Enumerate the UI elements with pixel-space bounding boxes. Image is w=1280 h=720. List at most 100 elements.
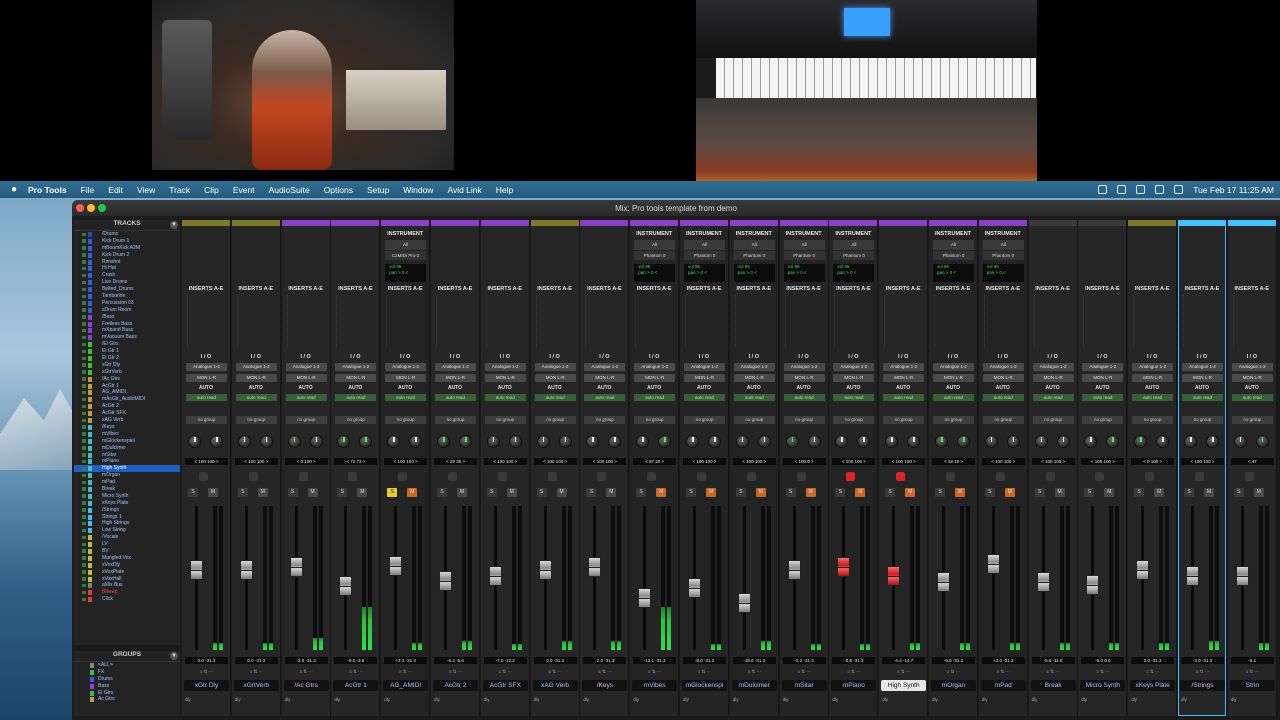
record-enable-button[interactable] <box>248 472 258 481</box>
input-selector[interactable]: Analogue 1-2 <box>1082 363 1124 371</box>
menubar-clock[interactable]: Tue Feb 17 11:25 AM <box>1193 185 1274 195</box>
instrument-midi-input-selector[interactable]: All <box>733 240 775 250</box>
volume-fader[interactable] <box>937 572 950 593</box>
instrument-midi-output-selector[interactable]: Phantom 0 <box>783 251 825 260</box>
track-show-toggle-icon[interactable] <box>82 253 86 257</box>
input-selector[interactable]: Analogue 1-2 <box>335 363 377 371</box>
track-list-item[interactable]: Kick Drum 2 <box>74 252 180 259</box>
solo-button[interactable]: S <box>885 488 896 497</box>
pan-knob-right[interactable] <box>1255 435 1269 448</box>
record-enable-button[interactable] <box>448 472 457 481</box>
track-name-plate[interactable]: mOrgan <box>931 680 976 691</box>
track-list-item[interactable]: BV <box>74 548 180 555</box>
track-options-row[interactable]: ≡ ⇅ ⋯ <box>583 668 626 675</box>
track-show-toggle-icon[interactable] <box>82 439 86 443</box>
pan-knob-right[interactable] <box>907 435 921 448</box>
solo-button[interactable]: S <box>188 488 198 497</box>
volume-fader[interactable] <box>986 553 1000 574</box>
menu-options[interactable]: Options <box>324 185 353 195</box>
pan-knob-left[interactable] <box>885 435 899 448</box>
track-name-plate[interactable]: Micro Synth <box>1080 680 1126 691</box>
instrument-midi-input-selector[interactable]: All <box>982 240 1024 250</box>
track-show-toggle-icon[interactable] <box>82 260 86 264</box>
insert-slots[interactable] <box>485 295 525 347</box>
solo-button[interactable]: S <box>735 488 746 497</box>
track-name-plate[interactable]: Break <box>1030 680 1076 691</box>
pan-knob-right[interactable] <box>309 435 323 448</box>
track-name-plate[interactable]: mGlockenspl <box>682 680 727 691</box>
automation-mode-selector[interactable]: auto read <box>783 394 825 401</box>
minimize-window-button[interactable] <box>87 204 95 212</box>
menu-help[interactable]: Help <box>496 185 513 195</box>
close-window-button[interactable] <box>76 204 84 212</box>
insert-slots[interactable] <box>1232 295 1272 347</box>
mute-button[interactable]: M <box>1104 488 1115 497</box>
pan-knob-right[interactable] <box>1206 435 1219 448</box>
track-show-toggle-icon[interactable] <box>82 556 86 560</box>
group-list-item[interactable]: Bass <box>74 683 180 690</box>
mute-button[interactable]: M <box>208 488 218 497</box>
track-show-toggle-icon[interactable] <box>82 528 86 533</box>
control-center-icon[interactable] <box>1174 185 1184 194</box>
track-list-item[interactable]: /Keys <box>74 424 180 431</box>
record-enable-button[interactable] <box>846 472 856 481</box>
group-selector[interactable]: no group <box>883 416 925 424</box>
track-show-toggle-icon[interactable] <box>82 494 86 498</box>
input-selector[interactable]: Analogue 1-2 <box>733 363 775 371</box>
automation-mode-selector[interactable]: auto read <box>335 394 377 401</box>
input-selector[interactable]: Analogue 1-2 <box>1182 363 1223 371</box>
solo-button[interactable]: S <box>984 488 995 497</box>
menu-event[interactable]: Event <box>233 185 255 195</box>
track-options-row[interactable]: ≡ ⇅ ⋯ <box>832 668 875 675</box>
automation-mode-selector[interactable]: auto read <box>435 394 476 401</box>
input-selector[interactable]: Analogue 1-2 <box>1132 363 1174 371</box>
output-selector[interactable]: MON L-R <box>1231 374 1273 382</box>
solo-button[interactable]: S <box>486 488 497 497</box>
output-selector[interactable]: MON L-R <box>385 374 427 382</box>
solo-button[interactable]: S <box>1034 488 1045 497</box>
output-selector[interactable]: MON L-R <box>186 374 227 382</box>
track-show-toggle-icon[interactable] <box>82 597 86 602</box>
wifi-icon[interactable] <box>1136 185 1146 194</box>
record-enable-button[interactable] <box>896 472 906 481</box>
insert-slots[interactable] <box>386 295 425 347</box>
track-options-row[interactable]: ≡ ⇅ ⋯ <box>1181 668 1224 675</box>
pan-knob-left[interactable] <box>636 435 650 448</box>
automation-mode-selector[interactable]: auto read <box>186 394 227 401</box>
mute-button[interactable]: M <box>905 488 916 497</box>
track-show-toggle-icon[interactable] <box>82 390 86 395</box>
automation-mode-selector[interactable]: auto read <box>883 394 925 401</box>
track-list-item[interactable]: mOrgan <box>74 472 180 479</box>
track-show-toggle-icon[interactable] <box>82 335 86 340</box>
track-list-item[interactable]: Rimshot <box>74 259 180 266</box>
track-show-toggle-icon[interactable] <box>82 232 86 236</box>
input-selector[interactable]: Analogue 1-2 <box>435 363 476 371</box>
record-enable-button[interactable] <box>1045 472 1055 481</box>
track-show-toggle-icon[interactable] <box>82 453 86 457</box>
group-selector[interactable]: no group <box>1231 416 1273 424</box>
volume-fader[interactable] <box>688 578 701 599</box>
pan-knob-right[interactable] <box>409 435 423 448</box>
instrument-midi-output-selector[interactable]: Phantom 0 <box>982 251 1024 260</box>
track-name-plate[interactable]: /Keys <box>582 680 628 691</box>
track-list-item[interactable]: /Bass <box>74 314 180 321</box>
track-list-item[interactable]: xVoxHall <box>74 576 180 583</box>
insert-slots[interactable] <box>983 295 1023 347</box>
track-show-toggle-icon[interactable] <box>82 273 86 278</box>
track-list-item[interactable]: Tamborine <box>74 293 180 300</box>
track-options-row[interactable]: ≡ ⇅ ⋯ <box>982 668 1025 675</box>
track-show-toggle-icon[interactable] <box>82 432 86 436</box>
track-name-plate[interactable]: mSitar <box>781 680 827 691</box>
pan-knob-right[interactable] <box>708 435 721 448</box>
track-name-plate[interactable]: mPiano <box>831 680 877 691</box>
volume-fader[interactable] <box>1036 572 1050 593</box>
instrument-midi-input-selector[interactable]: All <box>783 240 825 250</box>
volume-fader[interactable] <box>289 557 303 578</box>
track-options-row[interactable]: ≡ ⇅ ⋯ <box>434 668 477 675</box>
mute-button[interactable]: M <box>407 488 418 497</box>
volume-fader[interactable] <box>488 566 502 586</box>
track-show-toggle-icon[interactable] <box>82 473 86 478</box>
output-selector[interactable]: MON L-R <box>982 374 1024 382</box>
volume-fader[interactable] <box>190 559 203 580</box>
insert-slots[interactable] <box>685 295 724 347</box>
